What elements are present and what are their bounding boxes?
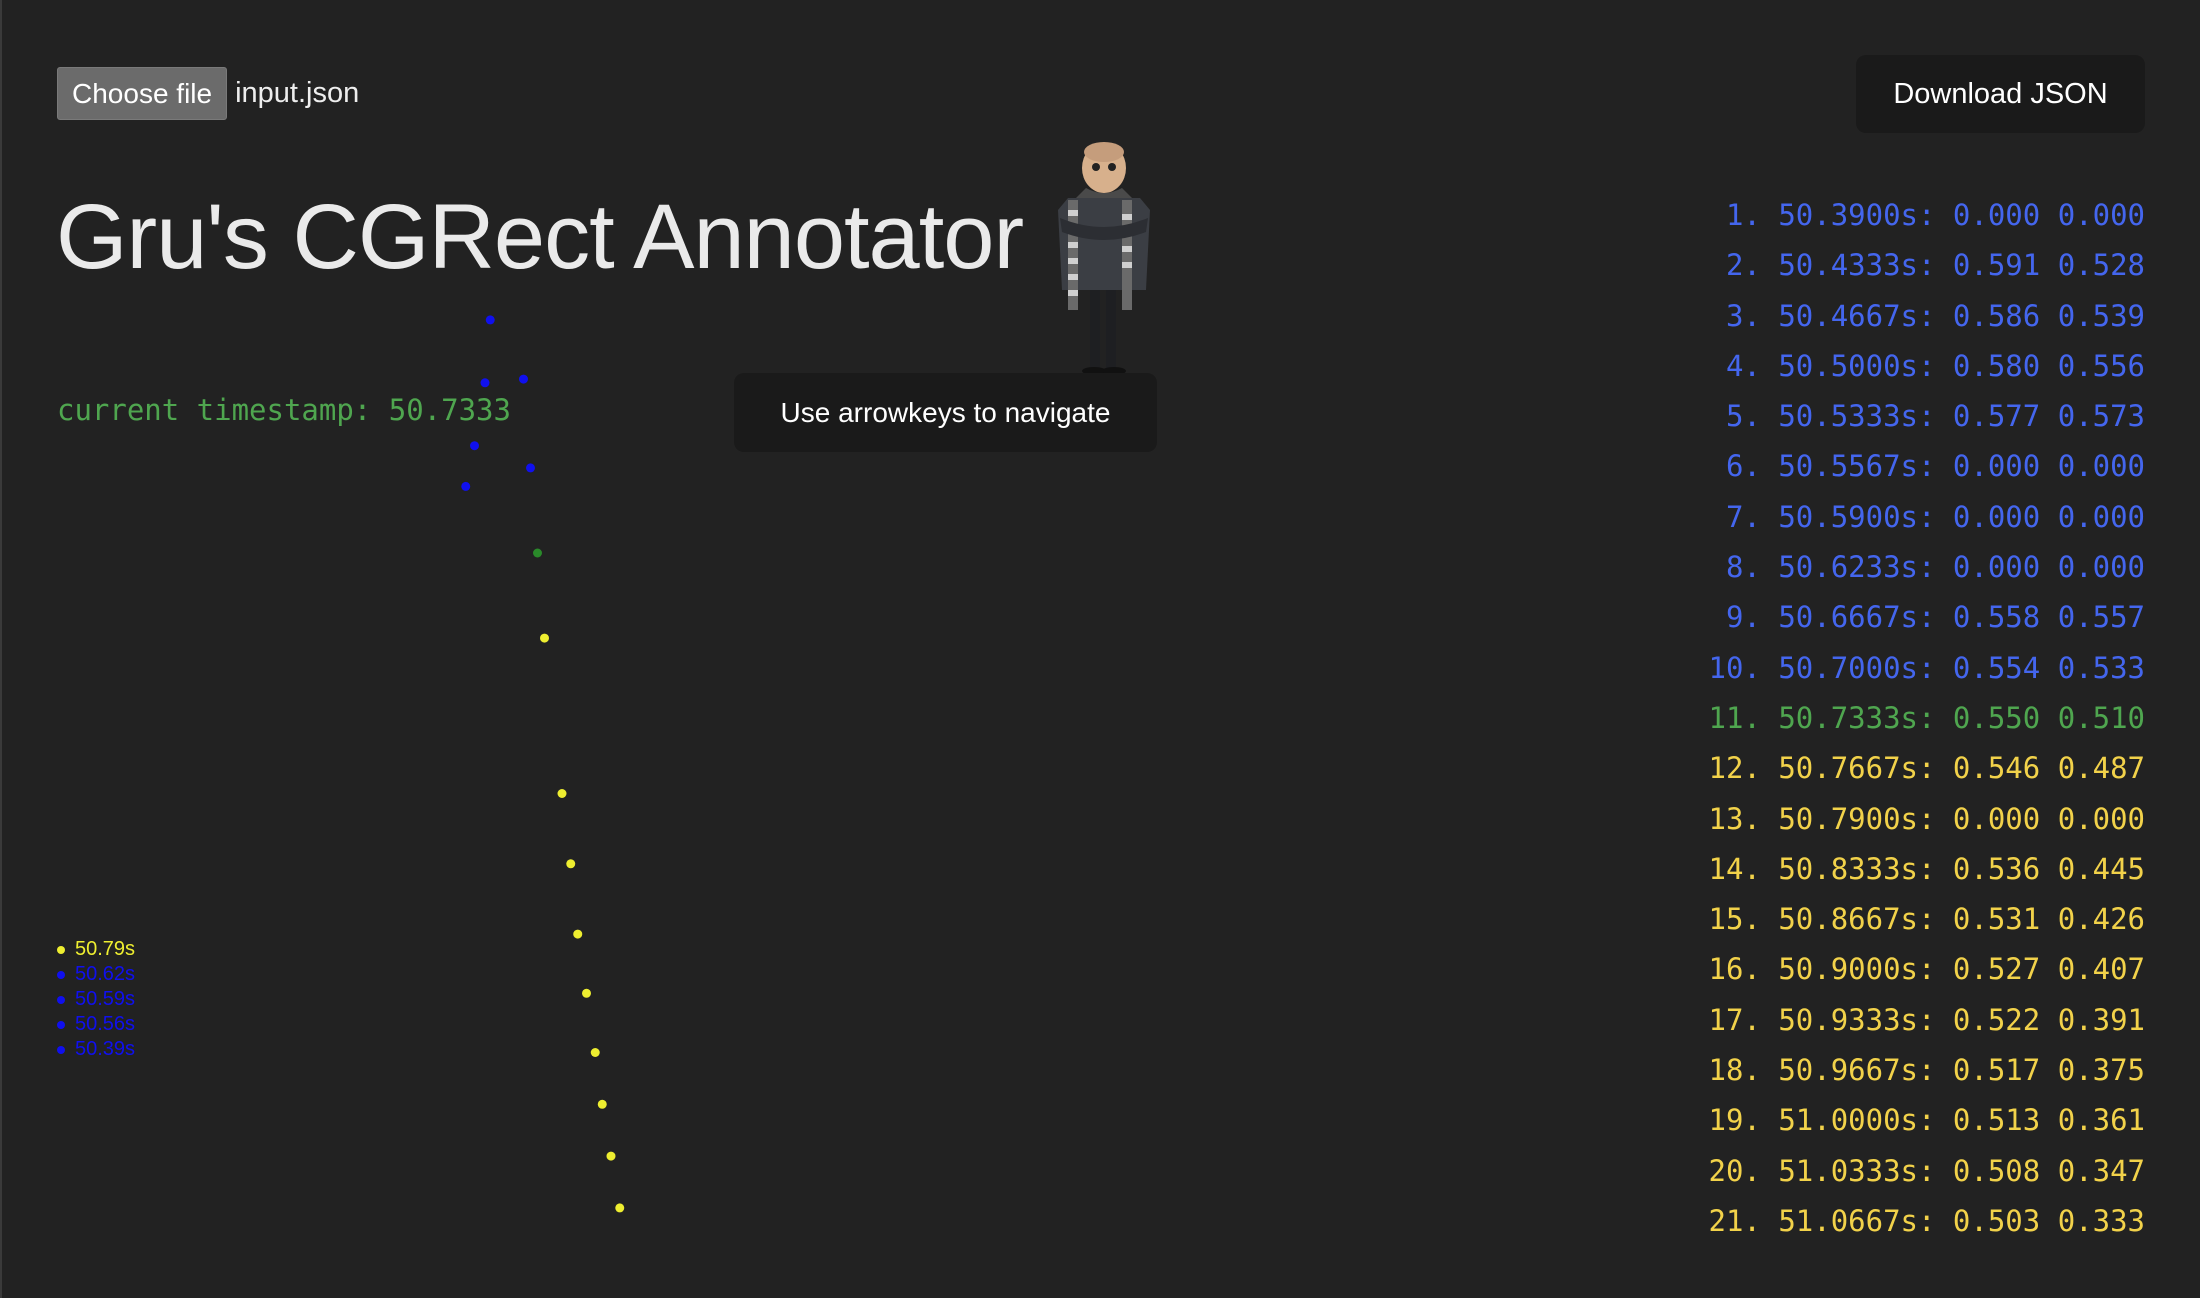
legend-dot-icon: [57, 970, 65, 979]
trajectory-point: [606, 1151, 616, 1161]
timestamp-item[interactable]: 10. 50.7000s: 0.554 0.533: [1709, 643, 2146, 693]
timestamp-item[interactable]: 11. 50.7333s: 0.550 0.510: [1709, 693, 2146, 743]
timestamp-item[interactable]: 8. 50.6233s: 0.000 0.000: [1709, 542, 2145, 592]
legend-item: 50.62s: [57, 962, 135, 987]
legend-label: 50.79s: [75, 938, 136, 960]
file-picker: Choose file input.json: [57, 67, 359, 120]
timestamp-item[interactable]: 12. 50.7667s: 0.546 0.487: [1709, 743, 2146, 793]
legend-dot-icon: [57, 995, 65, 1004]
legend-dot-icon: [57, 1045, 65, 1054]
timestamp-item[interactable]: 2. 50.4333s: 0.591 0.528: [1709, 240, 2145, 290]
trajectory-point: [557, 789, 567, 798]
timestamp-item[interactable]: 6. 50.5567s: 0.000 0.000: [1709, 441, 2145, 491]
timestamp-list: 1. 50.3900s: 0.000 0.000 2. 50.4333s: 0.…: [1709, 190, 2146, 1246]
timestamp-item[interactable]: 14. 50.8333s: 0.536 0.445: [1709, 844, 2146, 894]
trajectory-point: [573, 929, 583, 939]
trajectory-point: [566, 859, 576, 869]
timestamp-item[interactable]: 3. 50.4667s: 0.586 0.539: [1709, 291, 2145, 341]
timestamp-item[interactable]: 15. 50.8667s: 0.531 0.426: [1709, 894, 2146, 944]
plot-legend: 50.79s 50.62s 50.59s 50.56s 50.39s: [57, 937, 135, 1062]
navigation-hint: Use arrowkeys to navigate: [734, 373, 1157, 452]
legend-label: 50.62s: [75, 963, 136, 985]
gru-mascot-image: [1058, 142, 1150, 375]
timestamp-item[interactable]: 17. 50.9333s: 0.522 0.391: [1709, 995, 2146, 1045]
trajectory-point: [533, 548, 542, 558]
legend-item: 50.59s: [57, 987, 135, 1012]
trajectory-point: [615, 1203, 625, 1213]
timestamp-item[interactable]: 5. 50.5333s: 0.577 0.573: [1709, 391, 2145, 441]
legend-label: 50.59s: [75, 988, 136, 1010]
trajectory-point: [519, 374, 528, 384]
timestamp-item[interactable]: 20. 51.0333s: 0.508 0.347: [1709, 1146, 2146, 1196]
choose-file-button[interactable]: Choose file: [57, 67, 228, 120]
timestamp-item[interactable]: 1. 50.3900s: 0.000 0.000: [1709, 190, 2145, 240]
timestamp-item[interactable]: 9. 50.6667s: 0.558 0.557: [1709, 592, 2145, 642]
trajectory-point: [470, 441, 479, 451]
legend-dot-icon: [57, 945, 65, 954]
legend-label: 50.56s: [75, 1013, 136, 1035]
timestamp-item[interactable]: 19. 51.0000s: 0.513 0.361: [1709, 1095, 2146, 1145]
left-border: [0, 0, 2, 1298]
page-title: Gru's CGRect Annotator: [56, 186, 1024, 288]
trajectory-point: [526, 463, 535, 473]
timestamp-item[interactable]: 13. 50.7900s: 0.000 0.000: [1709, 794, 2146, 844]
legend-item: 50.39s: [57, 1037, 135, 1062]
trajectory-point: [485, 315, 495, 325]
trajectory-point: [540, 633, 549, 643]
current-timestamp: current timestamp: 50.7333: [57, 393, 511, 427]
trajectory-point: [461, 481, 471, 491]
timestamp-item[interactable]: 18. 50.9667s: 0.517 0.375: [1709, 1045, 2146, 1095]
trajectory-point: [597, 1099, 607, 1109]
legend-item: 50.79s: [57, 937, 135, 962]
timestamp-item[interactable]: 21. 51.0667s: 0.503 0.333: [1709, 1196, 2146, 1246]
timestamp-item[interactable]: 16. 50.9000s: 0.527 0.407: [1709, 944, 2146, 994]
trajectory-point: [480, 378, 490, 388]
legend-item: 50.56s: [57, 1012, 135, 1037]
timestamp-item[interactable]: 7. 50.5900s: 0.000 0.000: [1709, 492, 2145, 542]
download-json-button[interactable]: Download JSON: [1856, 55, 2145, 133]
trajectory-point: [582, 988, 591, 998]
selected-file-name: input.json: [235, 77, 360, 109]
legend-label: 50.39s: [75, 1038, 136, 1060]
legend-dot-icon: [57, 1020, 65, 1029]
trajectory-point: [590, 1048, 600, 1057]
timestamp-item[interactable]: 4. 50.5000s: 0.580 0.556: [1709, 341, 2145, 391]
